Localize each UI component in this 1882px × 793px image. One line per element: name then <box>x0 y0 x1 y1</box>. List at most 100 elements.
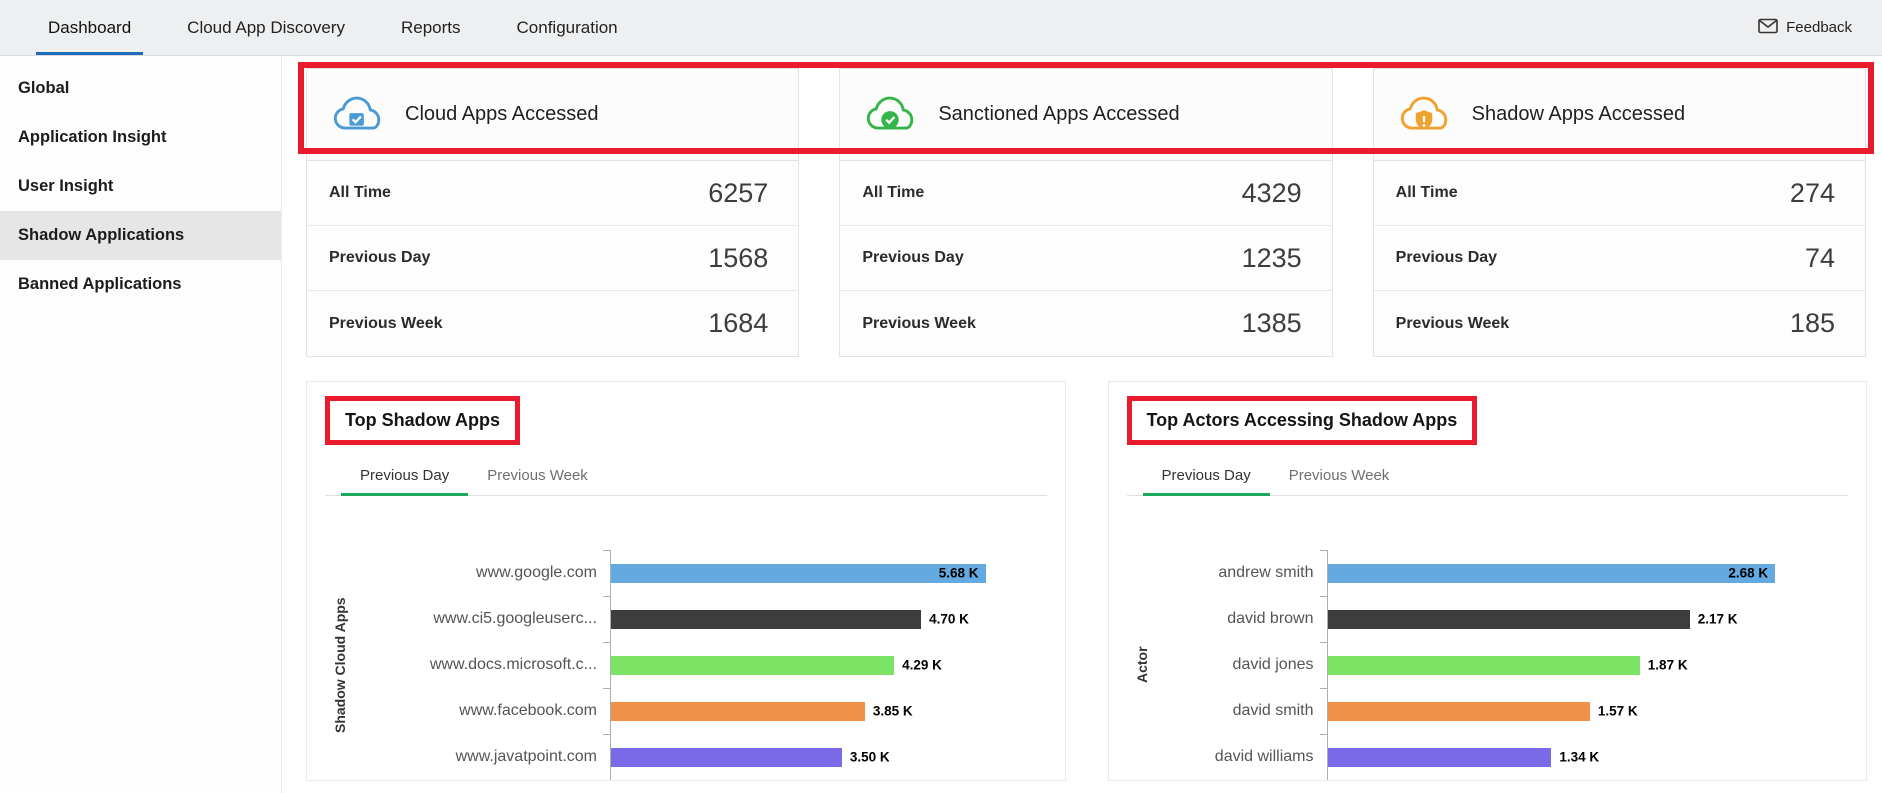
stat-label: Previous Day <box>1395 249 1498 266</box>
card-title: Sanctioned Apps Accessed <box>938 103 1180 125</box>
bar-chart-actors: Actor andrew smith 2.68 K david brown 2.… <box>1127 550 1849 780</box>
bar[interactable]: 5.68 K <box>611 563 986 583</box>
chart-tabs: Previous Day Previous Week <box>1126 457 1848 496</box>
stat-value: 1568 <box>708 242 769 273</box>
bar-row: www.docs.microsoft.c... 4.29 K <box>355 642 1047 688</box>
tab-previous-week[interactable]: Previous Week <box>1270 457 1409 495</box>
y-axis-title: Actor <box>1133 646 1150 684</box>
category-label: david brown <box>1227 610 1314 627</box>
stat-label: All Time <box>862 184 925 201</box>
category-label: david williams <box>1214 748 1314 765</box>
bar-track: 3.85 K <box>603 688 1047 734</box>
bar-row: www.javatpoint.com 3.50 K <box>355 734 1047 780</box>
bar[interactable]: 2.17 K <box>1327 609 1738 629</box>
stat-value: 6257 <box>708 177 769 208</box>
bar-rows: andrew smith 2.68 K david brown 2.17 K d… <box>1157 550 1849 780</box>
bar-value-label: 1.87 K <box>1647 657 1688 673</box>
cloud-shield-alert-icon <box>1396 93 1454 137</box>
bar-track: 2.68 K <box>1319 550 1849 596</box>
bar-row: david williams 1.34 K <box>1157 734 1849 780</box>
stat-value: 1235 <box>1241 242 1302 273</box>
bar[interactable]: 1.87 K <box>1327 655 1688 675</box>
stat-label: Previous Week <box>1395 314 1510 332</box>
sidebar-item-banned-applications[interactable]: Banned Applications <box>0 260 281 309</box>
stat-row-previous-day: Previous Day 1235 <box>840 226 1332 291</box>
stat-value: 4329 <box>1241 177 1302 208</box>
top-nav: Dashboard Cloud App Discovery Reports Co… <box>0 0 1882 56</box>
category-label: www.google.com <box>476 564 597 581</box>
sidebar-item-user-insight[interactable]: User Insight <box>0 162 281 211</box>
tab-reports[interactable]: Reports <box>395 0 467 55</box>
bar[interactable]: 3.50 K <box>611 747 890 767</box>
bar-track: 5.68 K <box>603 550 1047 596</box>
bar-value-label: 2.17 K <box>1697 611 1738 627</box>
chart-title: Top Actors Accessing Shadow Apps <box>1146 410 1458 430</box>
tab-cloud-app-discovery[interactable]: Cloud App Discovery <box>181 0 351 55</box>
stat-value: 1684 <box>708 308 769 338</box>
stat-label: Previous Week <box>329 314 443 332</box>
sidebar-item-shadow-applications[interactable]: Shadow Applications <box>0 211 281 260</box>
category-label: www.javatpoint.com <box>455 748 597 765</box>
annotation-box-top-shadow-apps: Top Shadow Apps <box>325 396 520 445</box>
bar-track: 3.50 K <box>603 734 1047 780</box>
stat-row-previous-week: Previous Week 185 <box>1374 291 1865 356</box>
stat-value: 274 <box>1789 177 1835 208</box>
feedback-button[interactable]: Feedback <box>1758 0 1852 55</box>
bar-track: 1.87 K <box>1319 642 1849 688</box>
stat-row-all-time: All Time 274 <box>1373 161 1865 226</box>
bar-track: 4.70 K <box>603 596 1047 642</box>
card-title: Cloud Apps Accessed <box>405 103 599 125</box>
bar[interactable]: 1.57 K <box>1327 701 1638 721</box>
sidebar: Global Application Insight User Insight … <box>0 56 282 793</box>
tab-previous-day[interactable]: Previous Day <box>341 457 469 496</box>
category-label: www.docs.microsoft.c... <box>429 656 597 673</box>
panel-top-actors: Top Actors Accessing Shadow Apps Previou… <box>1107 381 1867 781</box>
bar-row: www.facebook.com 3.85 K <box>355 688 1047 734</box>
summary-cards-row: Cloud Apps Accessed All Time 6257 Previo… <box>282 56 1882 357</box>
stat-label: Previous Day <box>329 249 431 266</box>
annotation-box-top-actors: Top Actors Accessing Shadow Apps <box>1126 396 1478 445</box>
bar-value-label: 3.85 K <box>872 703 913 719</box>
stat-row-previous-week: Previous Week 1684 <box>307 291 798 356</box>
bar[interactable]: 4.29 K <box>611 655 942 675</box>
card-header: Cloud Apps Accessed <box>307 69 799 161</box>
bar-value-label: 1.57 K <box>1597 703 1638 719</box>
stat-row-previous-day: Previous Day 1568 <box>307 226 799 291</box>
stat-value: 74 <box>1804 242 1835 273</box>
sidebar-item-global[interactable]: Global <box>0 64 281 113</box>
tab-configuration[interactable]: Configuration <box>511 0 624 55</box>
bar-chart-shadow-apps: Shadow Cloud Apps www.google.com 5.68 K <box>325 550 1047 780</box>
stat-row-previous-day: Previous Day 74 <box>1373 226 1865 291</box>
stat-value: 185 <box>1789 308 1835 338</box>
bar[interactable]: 1.34 K <box>1327 747 1599 767</box>
stat-label: Previous Week <box>862 314 976 332</box>
bar-track: 4.29 K <box>603 642 1047 688</box>
cloud-shield-check-icon <box>862 93 920 137</box>
card-header: Shadow Apps Accessed <box>1373 69 1865 161</box>
stat-label: Previous Day <box>862 249 964 266</box>
stat-row-previous-week: Previous Week 1385 <box>840 291 1331 356</box>
bar-value-label: 2.68 K <box>1728 565 1769 581</box>
bar-row: www.google.com 5.68 K <box>355 550 1047 596</box>
bar-track: 1.57 K <box>1319 688 1849 734</box>
bar-row: david smith 1.57 K <box>1157 688 1849 734</box>
tab-previous-week[interactable]: Previous Week <box>468 457 607 495</box>
bar[interactable]: 2.68 K <box>1327 563 1776 583</box>
bar[interactable]: 3.85 K <box>611 701 913 721</box>
bar-value-label: 5.68 K <box>938 565 979 581</box>
category-label: andrew smith <box>1218 564 1314 581</box>
chart-title: Top Shadow Apps <box>345 410 500 430</box>
bar-row: www.ci5.googleuserc... 4.70 K <box>355 596 1047 642</box>
tab-dashboard[interactable]: Dashboard <box>35 0 144 55</box>
category-label: www.facebook.com <box>459 702 597 719</box>
card-header: Sanctioned Apps Accessed <box>840 69 1332 161</box>
tab-previous-day[interactable]: Previous Day <box>1142 457 1270 496</box>
top-nav-tabs: Dashboard Cloud App Discovery Reports Co… <box>0 0 668 55</box>
panel-top-shadow-apps: Top Shadow Apps Previous Day Previous We… <box>306 381 1066 781</box>
sidebar-item-application-insight[interactable]: Application Insight <box>0 113 281 162</box>
bar-value-label: 3.50 K <box>849 749 890 765</box>
card-title: Shadow Apps Accessed <box>1471 103 1686 125</box>
bar-value-label: 4.29 K <box>902 657 942 673</box>
stat-label: All Time <box>1395 184 1458 201</box>
bar[interactable]: 4.70 K <box>611 609 969 629</box>
